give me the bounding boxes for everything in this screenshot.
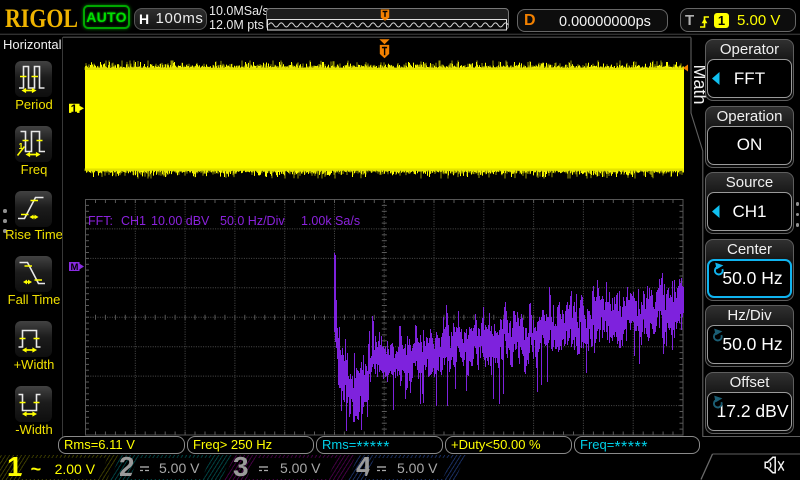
svg-text:M: M	[71, 262, 79, 273]
svg-text:1: 1	[71, 102, 78, 116]
